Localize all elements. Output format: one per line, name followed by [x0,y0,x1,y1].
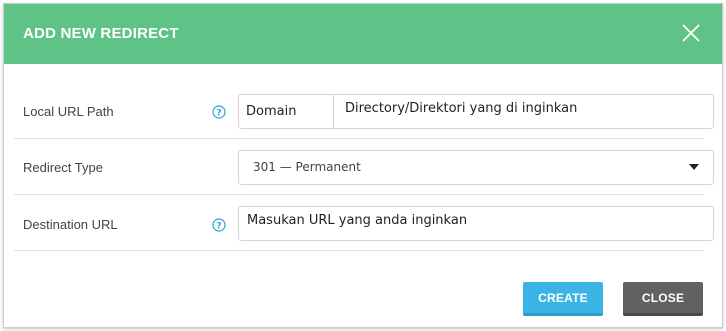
local-url-label: Local URL Path [23,104,114,119]
local-url-input-group: Domain Directory/Direktori yang di ingin… [238,94,714,129]
close-button[interactable]: CLOSE [623,282,703,316]
add-redirect-dialog: ADD NEW REDIRECT Local URL Path ? Domain… [3,3,723,328]
close-x-icon[interactable] [680,22,702,44]
domain-addon: Domain [239,95,334,128]
question-circle-icon[interactable]: ? [212,218,226,232]
dialog-title: ADD NEW REDIRECT [23,25,179,42]
destination-url-row: Destination URL ? Masukan URL yang anda … [14,195,714,251]
redirect-type-label: Redirect Type [23,160,103,175]
svg-text:?: ? [216,222,221,232]
local-url-input[interactable]: Directory/Direktori yang di inginkan [345,95,577,128]
destination-url-value: Masukan URL yang anda inginkan [247,213,468,228]
redirect-type-value: 301 — Permanent [253,160,361,174]
caret-down-icon [689,164,699,170]
create-button[interactable]: CREATE [523,282,603,316]
redirect-type-row: Redirect Type 301 — Permanent [14,139,714,195]
local-url-row: Local URL Path ? Domain Directory/Direkt… [14,79,714,139]
destination-url-input[interactable]: Masukan URL yang anda inginkan [238,206,714,241]
redirect-type-select[interactable]: 301 — Permanent [238,150,714,185]
destination-url-label: Destination URL [23,217,118,232]
dialog-header: ADD NEW REDIRECT [4,4,722,64]
question-circle-icon[interactable]: ? [212,105,226,119]
svg-text:?: ? [216,109,221,119]
